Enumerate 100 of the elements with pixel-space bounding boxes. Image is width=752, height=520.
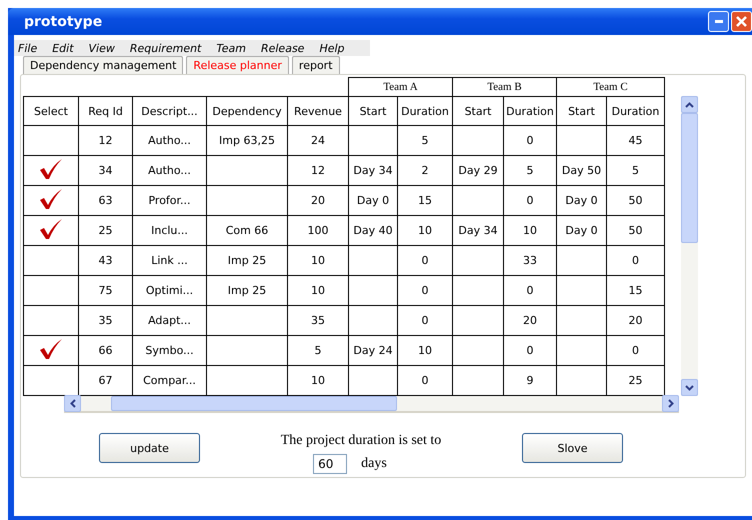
table-cell: 20 xyxy=(606,306,664,336)
column-header: Descript... xyxy=(132,96,206,126)
table-cell: 12 xyxy=(78,126,132,156)
table-cell: 5 xyxy=(288,336,348,366)
table-cell: 15 xyxy=(398,186,452,216)
window-title: prototype xyxy=(24,14,102,30)
menu-item[interactable]: Requirement xyxy=(126,42,206,54)
menu-item[interactable]: Release xyxy=(256,42,310,54)
table-cell: 0 xyxy=(504,336,556,366)
table-cell: Day 34 xyxy=(452,216,504,246)
table-cell: Inclu... xyxy=(132,216,206,246)
table-cell: 0 xyxy=(606,246,664,276)
scroll-thumb[interactable] xyxy=(681,113,698,243)
table-cell: 10 xyxy=(288,246,348,276)
table-cell: 0 xyxy=(504,186,556,216)
table-cell: 20 xyxy=(504,306,556,336)
table-cell: 5 xyxy=(606,156,664,186)
table-cell: Autho... xyxy=(132,156,206,186)
table-cell: Imp 25 xyxy=(206,246,288,276)
menu-item[interactable]: Team xyxy=(212,42,251,54)
table-cell: Day 34 xyxy=(348,156,398,186)
tab[interactable]: Release planner xyxy=(186,56,289,74)
duration-label: The project duration is set to xyxy=(280,433,442,449)
column-header: Duration xyxy=(606,96,664,126)
duration-field[interactable]: 60 xyxy=(313,454,348,474)
column-header: Dependency xyxy=(206,96,288,126)
table-cell: 63 xyxy=(78,186,132,216)
table-cell: Imp 25 xyxy=(206,276,288,306)
menu-item[interactable]: Edit xyxy=(48,42,79,54)
solve-button[interactable]: Slove xyxy=(522,433,623,463)
table-cell: 25 xyxy=(78,216,132,246)
table-cell: 15 xyxy=(606,276,664,306)
column-group-header: Team C xyxy=(556,78,664,96)
horizontal-scrollbar[interactable] xyxy=(64,396,679,413)
menu-item[interactable]: File xyxy=(14,42,42,54)
close-button[interactable] xyxy=(731,11,752,32)
column-header: Req Id xyxy=(78,96,132,126)
table-cell: 66 xyxy=(78,336,132,366)
table-cell: 0 xyxy=(398,276,452,306)
table-cell: Optimi... xyxy=(132,276,206,306)
column-header: Start xyxy=(452,96,504,126)
scroll-down-icon[interactable] xyxy=(681,379,698,396)
table-cell: 35 xyxy=(288,306,348,336)
table-cell: 34 xyxy=(78,156,132,186)
table-cell: Day 24 xyxy=(348,336,398,366)
tab[interactable]: report xyxy=(292,56,340,74)
table-cell: 50 xyxy=(606,186,664,216)
table-cell: Day 0 xyxy=(556,216,606,246)
table-cell: 50 xyxy=(606,216,664,246)
table-cell: 75 xyxy=(78,276,132,306)
table-cell: 33 xyxy=(504,246,556,276)
table-cell: 20 xyxy=(288,186,348,216)
table-cell: 2 xyxy=(398,156,452,186)
table-cell: 0 xyxy=(504,126,556,156)
table-cell: 0 xyxy=(504,276,556,306)
table-cell: Day 50 xyxy=(556,156,606,186)
table-cell: Day 29 xyxy=(452,156,504,186)
table-cell: Com 66 xyxy=(206,216,288,246)
update-button[interactable]: update xyxy=(99,433,200,463)
table-cell: 100 xyxy=(288,216,348,246)
table-cell: 35 xyxy=(78,306,132,336)
table-cell: 10 xyxy=(288,276,348,306)
vertical-scrollbar[interactable] xyxy=(681,96,698,396)
table-cell: 43 xyxy=(78,246,132,276)
column-group-header: Team A xyxy=(348,78,452,96)
column-header: Select xyxy=(24,96,78,126)
table-cell: Link ... xyxy=(132,246,206,276)
table-cell: 10 xyxy=(398,336,452,366)
table-cell: 45 xyxy=(606,126,664,156)
table-cell: 24 xyxy=(288,126,348,156)
table-cell: Symbo... xyxy=(132,336,206,366)
table-cell: Autho... xyxy=(132,126,206,156)
minimize-icon xyxy=(714,20,722,23)
table-cell: Day 0 xyxy=(556,186,606,216)
scroll-left-icon[interactable] xyxy=(64,395,81,412)
table-cell: 10 xyxy=(504,216,556,246)
menu-item[interactable]: View xyxy=(84,42,120,54)
column-header: Start xyxy=(348,96,398,126)
table-cell: Profor... xyxy=(132,186,206,216)
column-header: Duration xyxy=(504,96,556,126)
table-cell: Imp 63,25 xyxy=(206,126,288,156)
scroll-thumb[interactable] xyxy=(111,396,397,411)
column-header: Start xyxy=(556,96,606,126)
table-cell: 5 xyxy=(398,126,452,156)
minimize-button[interactable] xyxy=(708,11,729,32)
close-icon xyxy=(736,16,747,27)
scroll-up-icon[interactable] xyxy=(681,96,698,113)
table-cell: Day 40 xyxy=(348,216,398,246)
table-cell: Day 0 xyxy=(348,186,398,216)
table-cell: Adapt... xyxy=(132,306,206,336)
table-cell: 12 xyxy=(288,156,348,186)
column-group-header: Team B xyxy=(452,78,556,96)
menu-item[interactable]: Help xyxy=(315,42,350,54)
table-cell: 0 xyxy=(398,246,452,276)
tab[interactable]: Dependency management xyxy=(23,56,184,74)
table-cell: 5 xyxy=(504,156,556,186)
table-cell: 0 xyxy=(606,336,664,366)
scroll-right-icon[interactable] xyxy=(662,395,679,412)
table-cell: 10 xyxy=(398,216,452,246)
days-label: days xyxy=(361,456,387,472)
